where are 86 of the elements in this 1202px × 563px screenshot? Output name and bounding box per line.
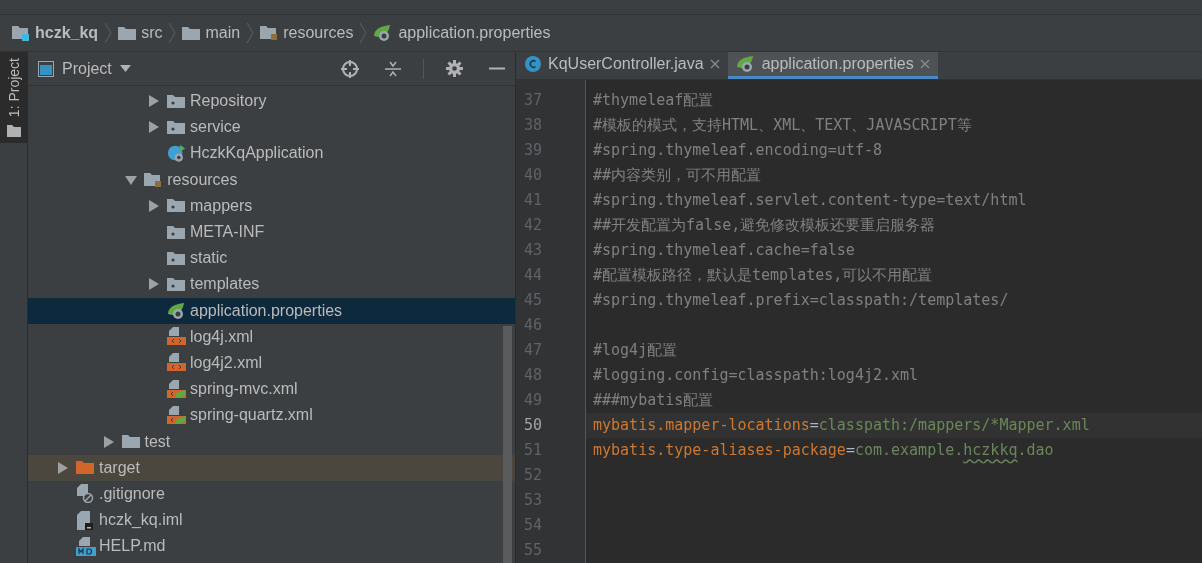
dropdown-caret-icon[interactable] [119, 65, 131, 72]
package-folder-icon [167, 198, 185, 214]
chevron-icon [104, 22, 113, 44]
spring-gear-icon [167, 301, 187, 320]
tree-item[interactable]: spring-quartz.xml [28, 402, 515, 429]
editor-tab[interactable]: application.properties [727, 52, 938, 79]
collapsed-arrow-icon[interactable] [148, 121, 160, 134]
breadcrumb[interactable]: resources [260, 24, 354, 42]
chevron-icon [246, 22, 255, 44]
code-line: ##开发配置为false,避免修改模板还要重启服务器 [593, 215, 936, 236]
scrollbar[interactable] [503, 326, 512, 563]
package-folder-icon [167, 119, 185, 135]
tree-item[interactable]: HELP.md [28, 533, 515, 560]
code-line: mybatis.type-aliases-package=com.example.hczkkq.dao [593, 440, 1054, 461]
collapsed-arrow-icon[interactable] [148, 199, 160, 212]
package-folder-icon [167, 224, 185, 240]
tree-item[interactable]: application.properties [28, 297, 515, 324]
ignored-file-icon [76, 484, 94, 504]
spring-class-icon [167, 143, 187, 164]
package-folder-icon [167, 93, 185, 109]
window-icon [38, 60, 54, 77]
folder-icon [76, 460, 94, 476]
folder-icon [182, 25, 201, 41]
xml-file-icon [167, 327, 186, 347]
breadcrumb[interactable]: src [118, 24, 163, 42]
tree-item[interactable]: HczkKqApplication [28, 140, 515, 167]
folder-icon [118, 25, 137, 41]
breadcrumb[interactable]: main [182, 24, 241, 42]
collapse-all-icon[interactable] [385, 60, 401, 77]
spring-xml-file-icon [167, 379, 186, 399]
class-icon [524, 55, 542, 73]
xml-file-icon [167, 353, 186, 373]
editor-tab[interactable]: KqUserController.java [516, 52, 728, 79]
tree-item[interactable]: test [28, 428, 515, 455]
breadcrumb[interactable]: application.properties [373, 24, 551, 42]
code-line: ###mybatis配置 [593, 390, 714, 411]
code-line: #log4j配置 [593, 340, 678, 361]
spring-gear-icon [735, 55, 756, 73]
tree-item[interactable]: .gitignore [28, 480, 515, 507]
tree-item[interactable]: META-INF [28, 218, 515, 246]
locate-icon[interactable] [341, 59, 359, 78]
expanded-arrow-icon[interactable] [125, 173, 138, 186]
code-line: #spring.thymeleaf.prefix=classpath:/templates/ [593, 290, 1009, 311]
module-file-icon [76, 510, 94, 530]
tree-item[interactable]: hczk_kq.iml [28, 507, 515, 534]
code-line: #模板的模式，支持HTML、XML、TEXT、JAVASCRIPT等 [593, 115, 972, 136]
folder-icon [121, 434, 140, 450]
code-line: #配置模板路径，默认是templates,可以不用配置 [593, 265, 933, 286]
package-folder-icon [167, 276, 185, 292]
markdown-file-icon [76, 536, 96, 556]
breadcrumb[interactable]: hczk_kq [12, 24, 99, 42]
chevron-icon [359, 22, 368, 44]
tree-item[interactable]: log4j2.xml [28, 349, 515, 377]
tree-item[interactable]: spring-mvc.xml [28, 376, 515, 403]
code-line: #logging.config=classpath:log4j2.xml [593, 365, 919, 386]
close-icon[interactable] [919, 59, 930, 69]
settings-icon[interactable] [446, 60, 463, 77]
code-line: #thymeleaf配置 [593, 90, 714, 111]
collapsed-arrow-icon[interactable] [148, 95, 160, 108]
resources-folder-icon [260, 25, 279, 41]
tree-item[interactable]: log4j.xml [28, 323, 515, 350]
resources-folder-icon [144, 171, 163, 188]
collapsed-arrow-icon[interactable] [148, 278, 160, 291]
collapsed-arrow-icon[interactable] [57, 461, 69, 474]
line-number: 50 [523, 415, 544, 436]
code-line: #spring.thymeleaf.servlet.content-type=text/html [593, 190, 1027, 211]
tree-item[interactable]: mappers [28, 192, 515, 219]
folder-icon [6, 125, 21, 138]
tree-item[interactable]: Repository [28, 88, 515, 115]
code-line: ##内容类别，可不用配置 [593, 165, 762, 186]
tree-item[interactable]: resources [28, 166, 515, 193]
close-icon[interactable] [709, 59, 720, 69]
module-folder-icon [12, 25, 30, 41]
tree-item[interactable]: target [28, 454, 515, 481]
tree-item[interactable]: service [28, 114, 515, 141]
project-tool-tab[interactable]: 1: Project [0, 52, 27, 144]
spring-xml-file-icon [167, 405, 186, 425]
code-line: mybatis.mapper-locations=classpath:/mappers/*Mapper.xml [593, 415, 1090, 436]
code-line: #spring.thymeleaf.cache=false [593, 240, 855, 261]
package-folder-icon [167, 250, 185, 266]
chevron-icon [168, 22, 177, 44]
code-line: #spring.thymeleaf.encoding=utf-8 [593, 140, 882, 161]
collapsed-arrow-icon[interactable] [102, 435, 115, 448]
panel-title[interactable]: Project [62, 59, 112, 78]
tree-item[interactable]: static [28, 245, 515, 272]
tree-item[interactable]: templates [28, 271, 515, 298]
